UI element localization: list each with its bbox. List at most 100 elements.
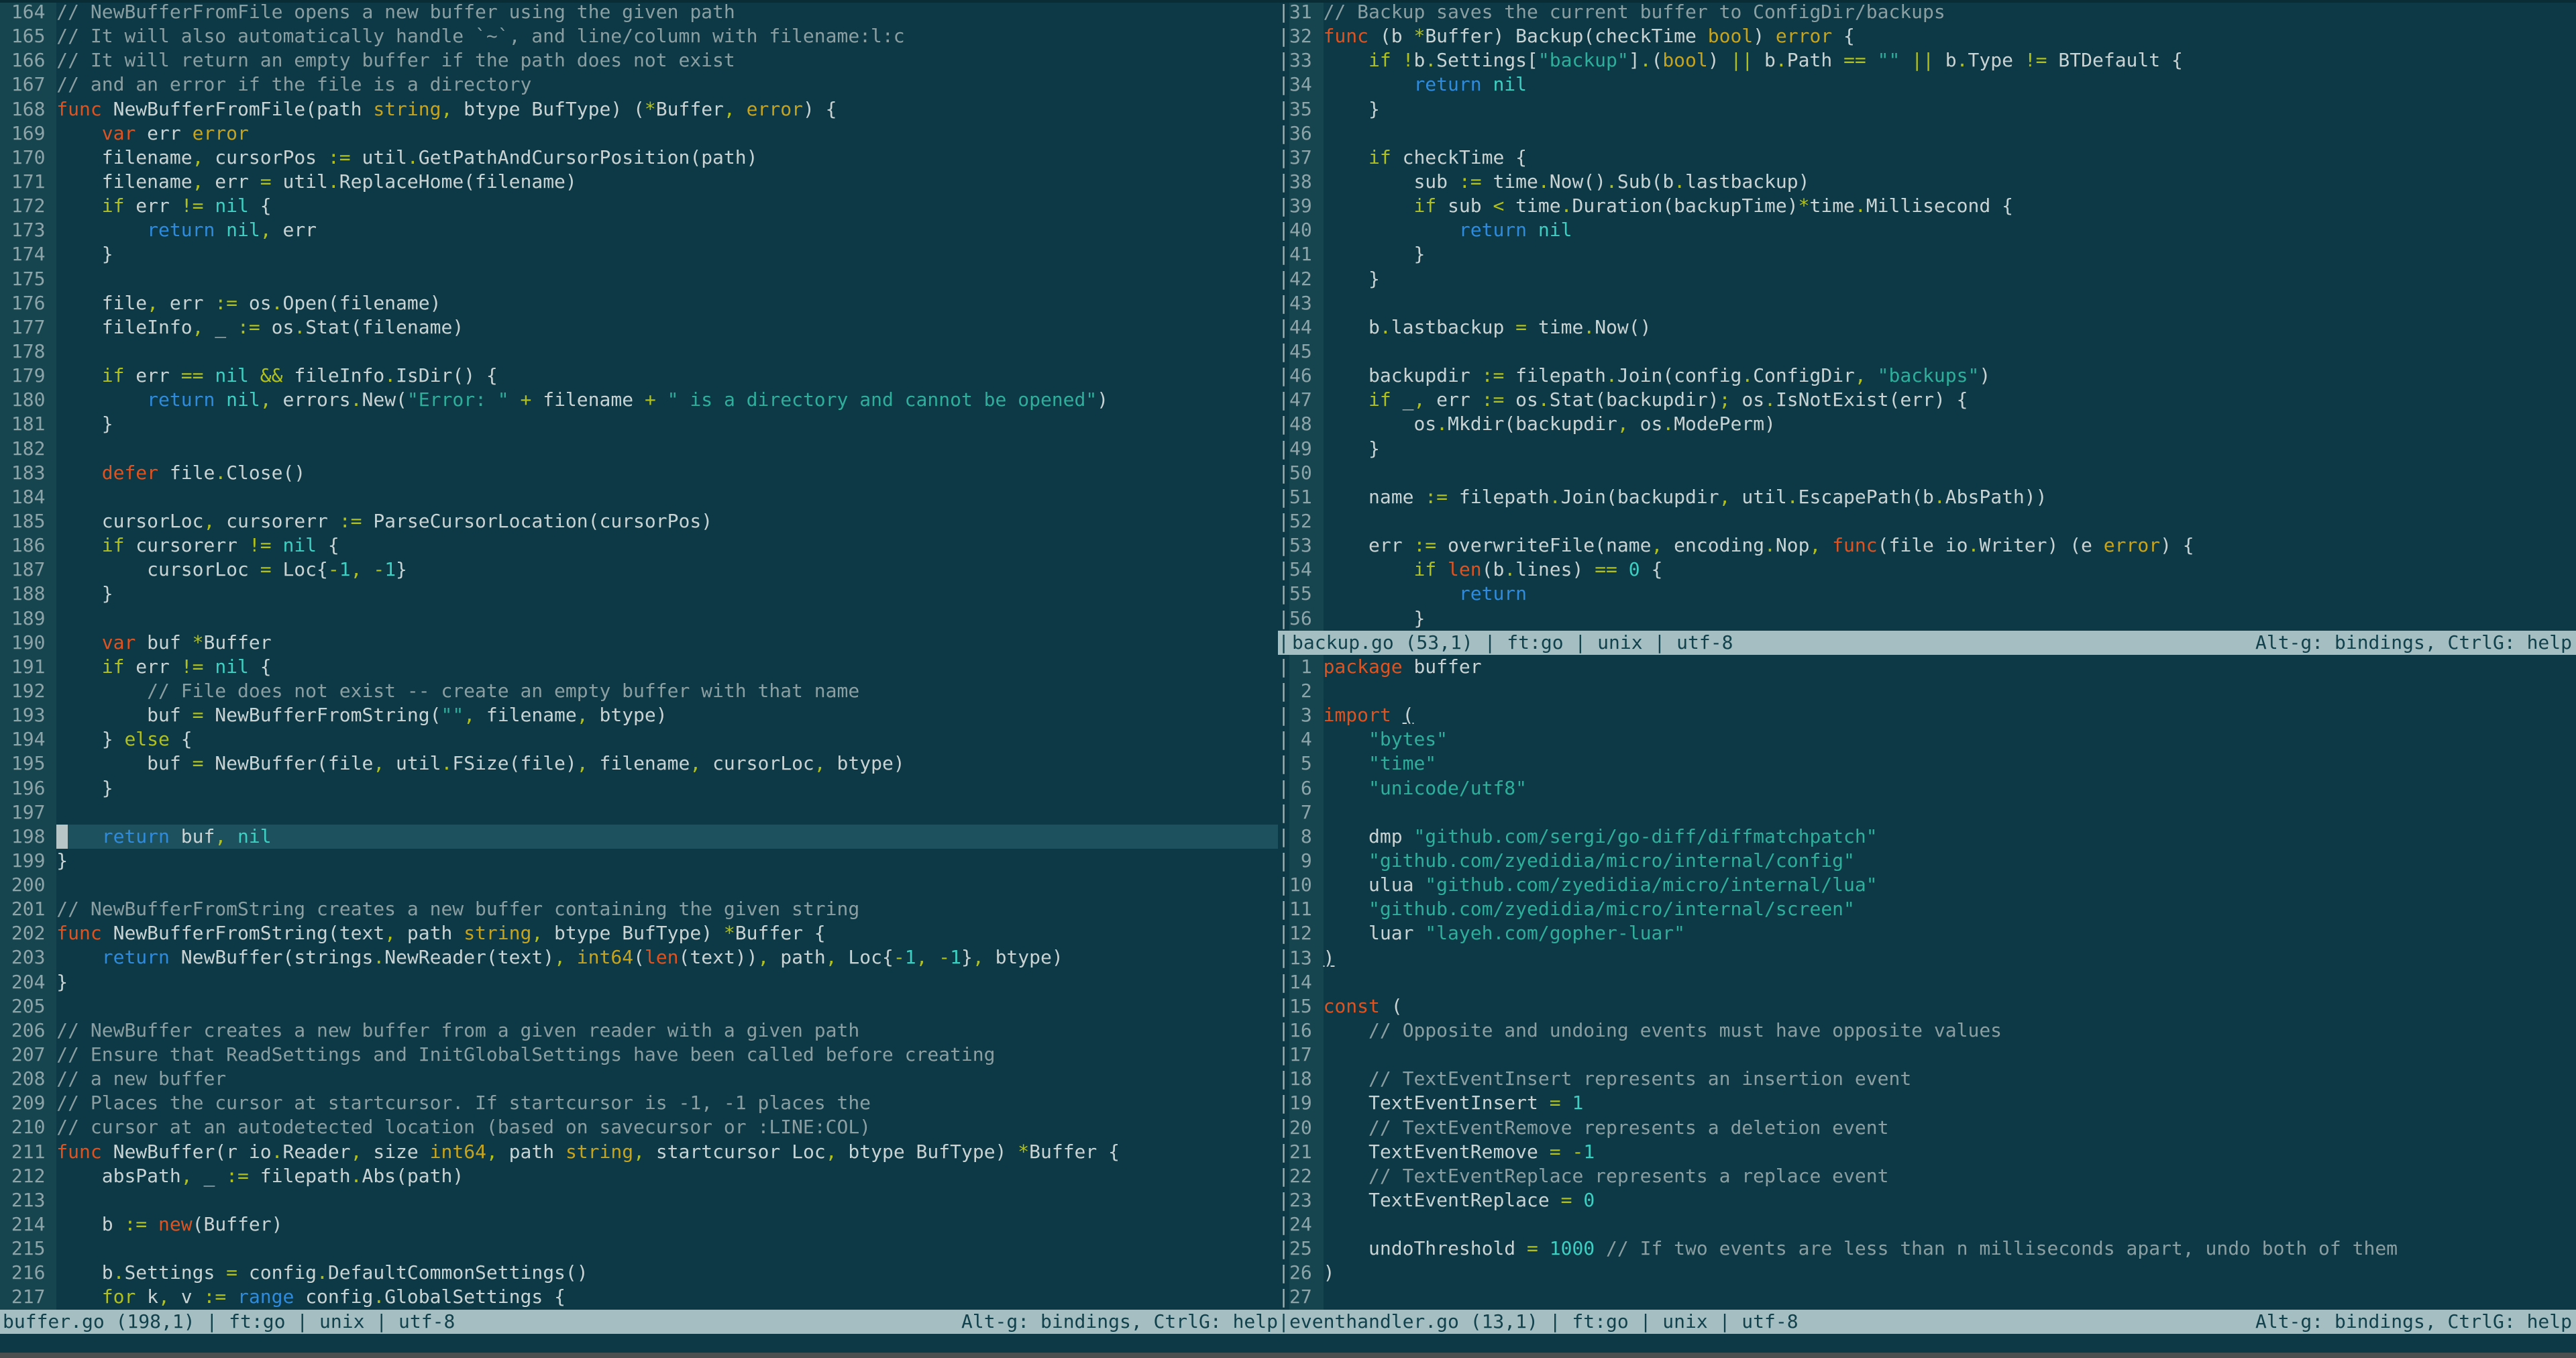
code-line[interactable]: 172 if err != nil { — [0, 194, 1278, 219]
code-line[interactable]: 178 — [0, 339, 1278, 364]
code-line[interactable]: 22 // TextEventReplace represents a repl… — [1289, 1163, 2576, 1188]
code-line[interactable]: 208 // a new buffer — [0, 1067, 1278, 1092]
code-line[interactable]: 55 return — [1289, 582, 2576, 607]
code-line[interactable]: 173 return nil, err — [0, 218, 1278, 243]
code-line[interactable]: 3 import ( — [1289, 703, 2576, 728]
code-line[interactable]: 31 // Backup saves the current buffer to… — [1289, 0, 2576, 25]
code-line[interactable]: 38 sub := time.Now().Sub(b.lastbackup) — [1289, 169, 2576, 195]
code-line[interactable]: 37 if checkTime { — [1289, 145, 2576, 170]
code-line[interactable]: 211 func NewBuffer(r io.Reader, size int… — [0, 1139, 1278, 1164]
code-line[interactable]: 44 b.lastbackup = time.Now() — [1289, 315, 2576, 340]
code-line[interactable]: 210 // cursor at an autodetected locatio… — [0, 1115, 1278, 1140]
code-line[interactable]: 192 // File does not exist -- create an … — [0, 678, 1278, 704]
code-line[interactable]: 15 const ( — [1289, 994, 2576, 1018]
code-line[interactable]: 40 return nil — [1289, 218, 2576, 243]
code-line[interactable]: 183 defer file.Close() — [0, 460, 1278, 485]
code-line[interactable]: 48 os.Mkdir(backupdir, os.ModePerm) — [1289, 412, 2576, 437]
code-line[interactable]: 193 buf = NewBufferFromString("", filena… — [0, 703, 1278, 728]
code-line[interactable]: 216 b.Settings = config.DefaultCommonSet… — [0, 1261, 1278, 1286]
editor-pane-eventhandler-go[interactable]: 1 package buffer 2 3 import ( 4 "bytes" … — [1289, 654, 2576, 1310]
code-line[interactable]: 194 } else { — [0, 727, 1278, 752]
code-line[interactable]: 42 } — [1289, 266, 2576, 291]
code-line[interactable]: 5 "time" — [1289, 751, 2576, 776]
code-line[interactable]: 35 } — [1289, 97, 2576, 121]
code-line[interactable]: 191 if err != nil { — [0, 654, 1278, 679]
code-line[interactable]: 33 if !b.Settings["backup"].(bool) || b.… — [1289, 48, 2576, 73]
code-line[interactable]: 41 } — [1289, 242, 2576, 267]
code-line[interactable]: 170 filename, cursorPos := util.GetPathA… — [0, 145, 1278, 170]
code-line[interactable]: 8 dmp "github.com/sergi/go-diff/diffmatc… — [1289, 824, 2576, 849]
code-line[interactable]: 169 var err error — [0, 121, 1278, 146]
code-line[interactable]: 18 // TextEventInsert represents an inse… — [1289, 1067, 2576, 1092]
code-line[interactable]: 186 if cursorerr != nil { — [0, 533, 1278, 558]
code-line[interactable]: 39 if sub < time.Duration(backupTime)*ti… — [1289, 194, 2576, 219]
code-line[interactable]: 4 "bytes" — [1289, 727, 2576, 752]
code-line[interactable]: 16 // Opposite and undoing events must h… — [1289, 1018, 2576, 1043]
code-line[interactable]: 24 — [1289, 1212, 2576, 1237]
code-line[interactable]: 7 — [1289, 800, 2576, 825]
code-line[interactable]: 20 // TextEventRemove represents a delet… — [1289, 1115, 2576, 1140]
code-line[interactable]: 9 "github.com/zyedidia/micro/internal/co… — [1289, 848, 2576, 874]
code-line[interactable]: 17 — [1289, 1043, 2576, 1067]
code-line[interactable]: 11 "github.com/zyedidia/micro/internal/s… — [1289, 897, 2576, 922]
code-line[interactable]: 13 ) — [1289, 945, 2576, 970]
code-line[interactable]: 200 — [0, 873, 1278, 898]
editor-pane-buffer-go[interactable]: 164 // NewBufferFromFile opens a new buf… — [0, 0, 1278, 1310]
code-line[interactable]: 187 cursorLoc = Loc{-1, -1} — [0, 558, 1278, 582]
code-line[interactable]: 215 — [0, 1237, 1278, 1261]
code-line[interactable]: 167 // and an error if the file is a dir… — [0, 72, 1278, 97]
code-line[interactable]: 175 — [0, 266, 1278, 291]
code-line[interactable]: 176 file, err := os.Open(filename) — [0, 291, 1278, 315]
code-line[interactable]: 47 if _, err := os.Stat(backupdir); os.I… — [1289, 388, 2576, 413]
code-line[interactable]: 182 — [0, 436, 1278, 461]
code-line[interactable]: 171 filename, err = util.ReplaceHome(fil… — [0, 169, 1278, 195]
code-line[interactable]: 185 cursorLoc, cursorerr := ParseCursorL… — [0, 509, 1278, 534]
code-line[interactable]: 1 package buffer — [1289, 654, 2576, 679]
code-line[interactable]: 207 // Ensure that ReadSettings and Init… — [0, 1043, 1278, 1067]
code-line[interactable]: 195 buf = NewBuffer(file, util.FSize(fil… — [0, 751, 1278, 776]
code-line[interactable]: 190 var buf *Buffer — [0, 630, 1278, 655]
code-line[interactable]: 213 — [0, 1188, 1278, 1213]
code-line[interactable]: 181 } — [0, 412, 1278, 437]
code-line[interactable]: 188 } — [0, 582, 1278, 607]
code-line[interactable]: 196 } — [0, 776, 1278, 800]
code-line[interactable]: 189 — [0, 606, 1278, 631]
code-line[interactable]: 10 ulua "github.com/zyedidia/micro/inter… — [1289, 873, 2576, 898]
code-line[interactable]: 53 err := overwriteFile(name, encoding.N… — [1289, 533, 2576, 558]
code-line[interactable]: 180 return nil, errors.New("Error: " + f… — [0, 388, 1278, 413]
code-line[interactable]: 198 return buf, nil — [0, 824, 1278, 849]
code-line[interactable]: 12 luar "layeh.com/gopher-luar" — [1289, 921, 2576, 946]
code-line[interactable]: 206 // NewBuffer creates a new buffer fr… — [0, 1018, 1278, 1043]
code-line[interactable]: 184 — [0, 484, 1278, 509]
code-line[interactable]: 197 — [0, 800, 1278, 825]
code-line[interactable]: 2 — [1289, 678, 2576, 704]
code-line[interactable]: 204 } — [0, 970, 1278, 994]
code-line[interactable]: 6 "unicode/utf8" — [1289, 776, 2576, 800]
code-line[interactable]: 199 } — [0, 848, 1278, 874]
code-line[interactable]: 212 absPath, _ := filepath.Abs(path) — [0, 1163, 1278, 1188]
code-line[interactable]: 32 func (b *Buffer) Backup(checkTime boo… — [1289, 24, 2576, 49]
code-line[interactable]: 209 // Places the cursor at startcursor.… — [0, 1091, 1278, 1116]
code-line[interactable]: 217 for k, v := range config.GlobalSetti… — [0, 1285, 1278, 1310]
code-line[interactable]: 43 — [1289, 291, 2576, 315]
code-line[interactable]: 214 b := new(Buffer) — [0, 1212, 1278, 1237]
code-line[interactable]: 21 TextEventRemove = -1 — [1289, 1139, 2576, 1164]
code-line[interactable]: 201 // NewBufferFromString creates a new… — [0, 897, 1278, 922]
code-line[interactable]: 26 ) — [1289, 1261, 2576, 1286]
editor-pane-backup-go[interactable]: 31 // Backup saves the current buffer to… — [1289, 0, 2576, 631]
code-line[interactable]: 34 return nil — [1289, 72, 2576, 97]
code-line[interactable]: 203 return NewBuffer(strings.NewReader(t… — [0, 945, 1278, 970]
code-line[interactable]: 27 — [1289, 1285, 2576, 1310]
code-line[interactable]: 25 undoThreshold = 1000 // If two events… — [1289, 1237, 2576, 1261]
code-line[interactable]: 54 if len(b.lines) == 0 { — [1289, 558, 2576, 582]
code-line[interactable]: 177 fileInfo, _ := os.Stat(filename) — [0, 315, 1278, 340]
code-line[interactable]: 164 // NewBufferFromFile opens a new buf… — [0, 0, 1278, 25]
code-line[interactable]: 165 // It will also automatically handle… — [0, 24, 1278, 49]
code-line[interactable]: 202 func NewBufferFromString(text, path … — [0, 921, 1278, 946]
code-line[interactable]: 14 — [1289, 970, 2576, 994]
code-line[interactable]: 166 // It will return an empty buffer if… — [0, 48, 1278, 73]
code-line[interactable]: 174 } — [0, 242, 1278, 267]
code-line[interactable]: 56 } — [1289, 606, 2576, 631]
code-line[interactable]: 49 } — [1289, 436, 2576, 461]
code-line[interactable]: 52 — [1289, 509, 2576, 534]
